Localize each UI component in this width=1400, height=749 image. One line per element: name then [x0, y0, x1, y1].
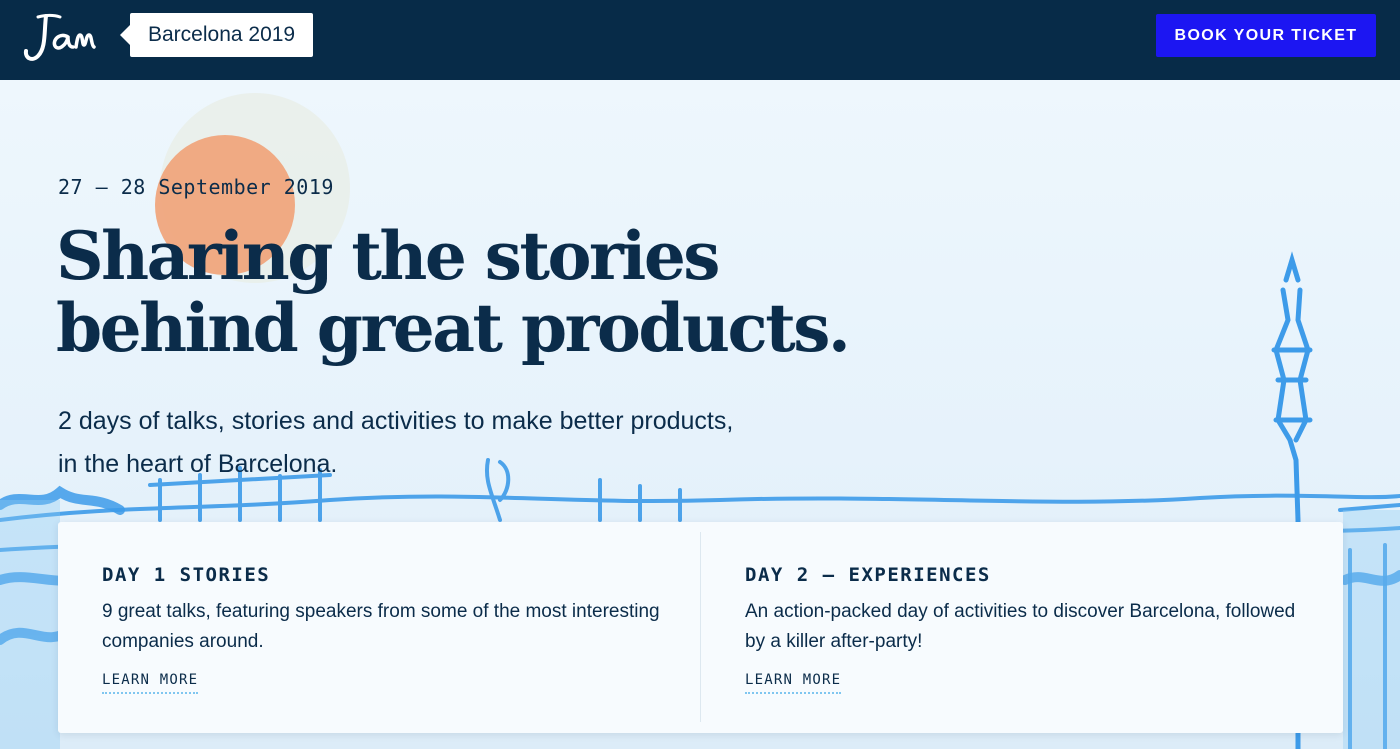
top-navigation-bar: Barcelona 2019 BOOK YOUR TICKET: [0, 0, 1400, 80]
day-1-learn-more-link[interactable]: LEARN MORE: [102, 672, 199, 694]
headline-line-1: Sharing the stories: [56, 217, 720, 295]
day-2-description: An action-packed day of activities to di…: [745, 601, 1296, 652]
day-1-card: DAY 1 STORIES 9 great talks, featuring s…: [102, 522, 702, 733]
day-1-description: 9 great talks, featuring speakers from s…: [102, 601, 660, 652]
subtitle-line-1: 2 days of talks, stories and activities …: [58, 407, 734, 435]
page-headline: Sharing the stories behind great product…: [56, 220, 1016, 364]
right-building-fill: [1343, 510, 1400, 749]
day-2-title: DAY 2 – EXPERIENCES: [745, 564, 991, 586]
book-ticket-button[interactable]: BOOK YOUR TICKET: [1156, 14, 1376, 57]
event-label: Barcelona 2019: [119, 13, 314, 57]
day-2-card: DAY 2 – EXPERIENCES An action-packed day…: [745, 522, 1345, 733]
event-date: 27 – 28 September 2019: [58, 175, 334, 199]
hero-section: 27 – 28 September 2019 Sharing the stori…: [0, 80, 1400, 749]
jam-logo[interactable]: [22, 6, 122, 66]
day-2-learn-more-link[interactable]: LEARN MORE: [745, 672, 842, 694]
headline-line-2: behind great products.: [56, 289, 851, 367]
day-1-title: DAY 1 STORIES: [102, 564, 271, 586]
hero-subtitle: 2 days of talks, stories and activities …: [58, 400, 878, 486]
jam-logo-mark: [23, 14, 96, 61]
foliage-fill: [0, 500, 60, 749]
subtitle-line-2: in the heart of Barcelona.: [58, 450, 338, 478]
day-cards: DAY 1 STORIES 9 great talks, featuring s…: [58, 522, 1343, 733]
